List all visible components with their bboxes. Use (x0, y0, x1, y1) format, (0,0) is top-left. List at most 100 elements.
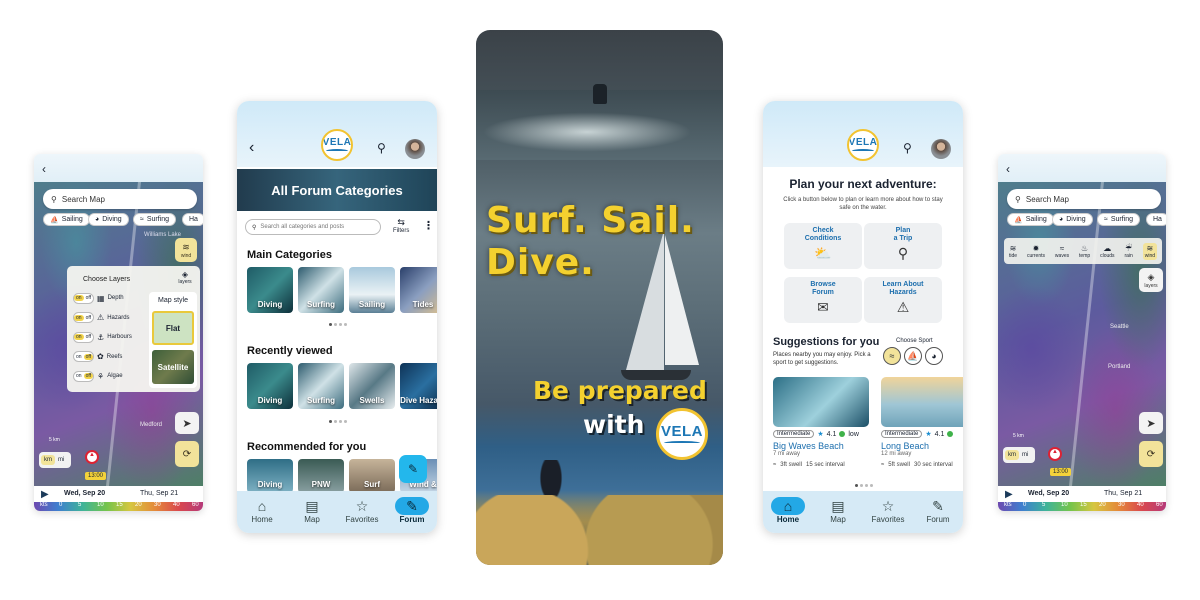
category-tile[interactable]: Surfing (298, 363, 344, 409)
layer-waves[interactable]: ≈ waves (1055, 244, 1069, 259)
layers-button[interactable]: ◈ layers (1139, 268, 1163, 292)
layer-currents[interactable]: ✹ currents (1027, 244, 1045, 259)
reef-image (476, 495, 723, 565)
avatar[interactable] (405, 139, 425, 159)
action-a trip-button[interactable]: Plan a Trip ⚲ (864, 223, 942, 269)
back-arrow-icon[interactable]: ‹ (1006, 162, 1010, 176)
flat-style-option[interactable]: Flat (152, 311, 194, 345)
dive-sport-icon[interactable]: ◕ (925, 347, 943, 365)
promo-poster: Surf. Sail. Dive. Be prepared with VELA (476, 30, 723, 565)
star-icon: ★ (925, 431, 932, 438)
diver-icon: ◕ (95, 216, 100, 223)
category-tile[interactable]: Swells (349, 363, 395, 409)
play-icon[interactable]: ▶ (41, 489, 49, 500)
scale-tick: 5 (1042, 502, 1046, 508)
unit-toggle[interactable]: km mi (1003, 447, 1035, 463)
category-tile[interactable]: Tides (400, 267, 437, 313)
locate-button[interactable]: ➤ (1139, 412, 1163, 434)
back-arrow-icon[interactable]: ‹ (249, 139, 254, 157)
nav-forum[interactable]: ✎ Forum (918, 497, 958, 525)
headline-line-2: Dive. (486, 242, 595, 283)
layer-tide[interactable]: ≋ tide (1009, 244, 1017, 259)
avatar[interactable] (931, 139, 951, 159)
timeline-bar[interactable]: ▶ Wed, Sep 20 Thu, Sep 21 kts 0 5 10 15 20 30 4… (998, 486, 1166, 511)
layer-toggle[interactable]: on off (73, 351, 95, 362)
surf-sport-icon[interactable]: ≈ (883, 347, 901, 365)
category-tile[interactable]: Dive Hazard (400, 363, 437, 409)
locate-button[interactable]: ➤ (175, 412, 199, 434)
chip-sailing[interactable]: ⛵ Sailing (43, 213, 90, 226)
sport-picker: ≈ ⛵ ◕ (883, 347, 943, 365)
layer-row: on off ⚠ Hazards (73, 310, 147, 326)
action-hazards-button[interactable]: Learn About Hazards ⚠ (864, 277, 942, 323)
category-tile[interactable]: Diving (247, 267, 293, 313)
action-conditions-button[interactable]: Check Conditions ⛅ (784, 223, 862, 269)
category-tile[interactable]: Diving (247, 363, 293, 409)
unit-toggle[interactable]: km mi (39, 452, 71, 468)
scale-tick: 5 (78, 502, 82, 508)
status-dot-icon (947, 431, 954, 437)
scale-tick: 0 (59, 502, 63, 508)
suggestions-subtitle: Places nearby you may enjoy. Pick a spor… (773, 352, 871, 366)
chip-surfing[interactable]: ≈ Surfing (1097, 213, 1141, 226)
category-tile[interactable]: Surf (349, 459, 395, 493)
sailboat-icon: ⛵ (1014, 216, 1023, 224)
layer-toggle[interactable]: on off (73, 370, 95, 382)
category-tile[interactable]: Surfing (298, 267, 344, 313)
plan-title: Plan your next adventure: (789, 177, 937, 191)
search-input[interactable]: ⚲ Search Map (43, 189, 197, 209)
layers-button[interactable]: ◈ layers (173, 270, 197, 288)
scale-label: 5 km (49, 437, 60, 443)
layer-toggle[interactable]: on off (73, 312, 95, 323)
chip-hazards[interactable]: Ha (182, 213, 203, 226)
chip-diving[interactable]: ◕ Diving (88, 213, 129, 226)
filters-button[interactable]: ⇆ Filters (393, 217, 409, 234)
nav-map[interactable]: ▤ Map (818, 497, 858, 525)
more-options-icon[interactable]: ⋮ (423, 219, 434, 232)
nav-favorites[interactable]: ☆ Favorites (342, 497, 382, 525)
search-input[interactable]: ⚲ Search Map (1007, 189, 1161, 209)
suggestion-card[interactable]: Intermediate ★ 4.1 low Big Waves Beach 7 mi a… (773, 377, 869, 468)
forum-screen: ‹ VELA ⚲ All Forum Categories ⚲ Search al… (237, 101, 437, 533)
layer-temp[interactable]: ♨ temp (1079, 244, 1090, 259)
tide-marker-icon[interactable]: ▲ (1048, 447, 1062, 461)
forum-search-input[interactable]: ⚲ Search all categories and posts (245, 219, 381, 235)
sail-sport-icon[interactable]: ⛵ (904, 347, 922, 365)
nav-home[interactable]: ⌂ Home (768, 497, 808, 524)
new-post-button[interactable]: ✎ (399, 455, 427, 483)
tide-marker-icon[interactable]: ▲ (85, 450, 99, 464)
layer-row: on off ⚓ Harbours (73, 329, 147, 345)
layer-clouds[interactable]: ☁ clouds (1100, 244, 1114, 259)
route-button[interactable]: ⟳ (1139, 441, 1163, 467)
layer-row: on off ✿ Reefs (73, 349, 147, 365)
nav-forum[interactable]: ✎ Forum (392, 497, 432, 524)
chip-surfing[interactable]: ≈ Surfing (133, 213, 177, 226)
nav-home[interactable]: ⌂ Home (242, 497, 282, 524)
map-canvas[interactable] (998, 182, 1166, 486)
nav-favorites[interactable]: ☆ Favorites (868, 497, 908, 525)
chip-sailing[interactable]: ⛵ Sailing (1007, 213, 1054, 226)
search-icon[interactable]: ⚲ (377, 141, 386, 155)
suggestion-card[interactable]: Intermediate ★ 4.1 Long Beach 12 mi away ≈5ft… (881, 377, 963, 468)
layer-toggle[interactable]: on off (73, 292, 95, 304)
timeline-bar[interactable]: ▶ Wed, Sep 20 Thu, Sep 21 kts 0 5 10 15 20 30 4… (34, 486, 203, 511)
satellite-style-option[interactable]: Satellite (152, 350, 194, 384)
category-tile[interactable]: Sailing (349, 267, 395, 313)
layer-wind[interactable]: ≋ wind (1142, 242, 1158, 260)
weather-icon: ⛅ (814, 245, 832, 262)
search-icon[interactable]: ⚲ (903, 141, 912, 155)
play-icon[interactable]: ▶ (1005, 489, 1013, 500)
nav-map[interactable]: ▤ Map (292, 497, 332, 525)
back-arrow-icon[interactable]: ‹ (42, 162, 46, 176)
category-tile[interactable]: PNW (298, 459, 344, 493)
chip-diving[interactable]: ◕ Diving (1052, 213, 1093, 226)
action-forum-button[interactable]: Browse Forum ✉ (784, 277, 862, 323)
layer-toggle[interactable]: on off (73, 331, 95, 343)
route-button[interactable]: ⟳ (175, 441, 199, 467)
forum-icon: ✎ (395, 497, 429, 515)
hazard-icon: ⚠ (97, 313, 105, 322)
chip-hazards[interactable]: Ha (1146, 213, 1166, 226)
layer-rain[interactable]: ☔ rain (1124, 244, 1132, 259)
wind-layer-button[interactable]: ≋ wind (175, 238, 197, 262)
category-tile[interactable]: Diving (247, 459, 293, 493)
